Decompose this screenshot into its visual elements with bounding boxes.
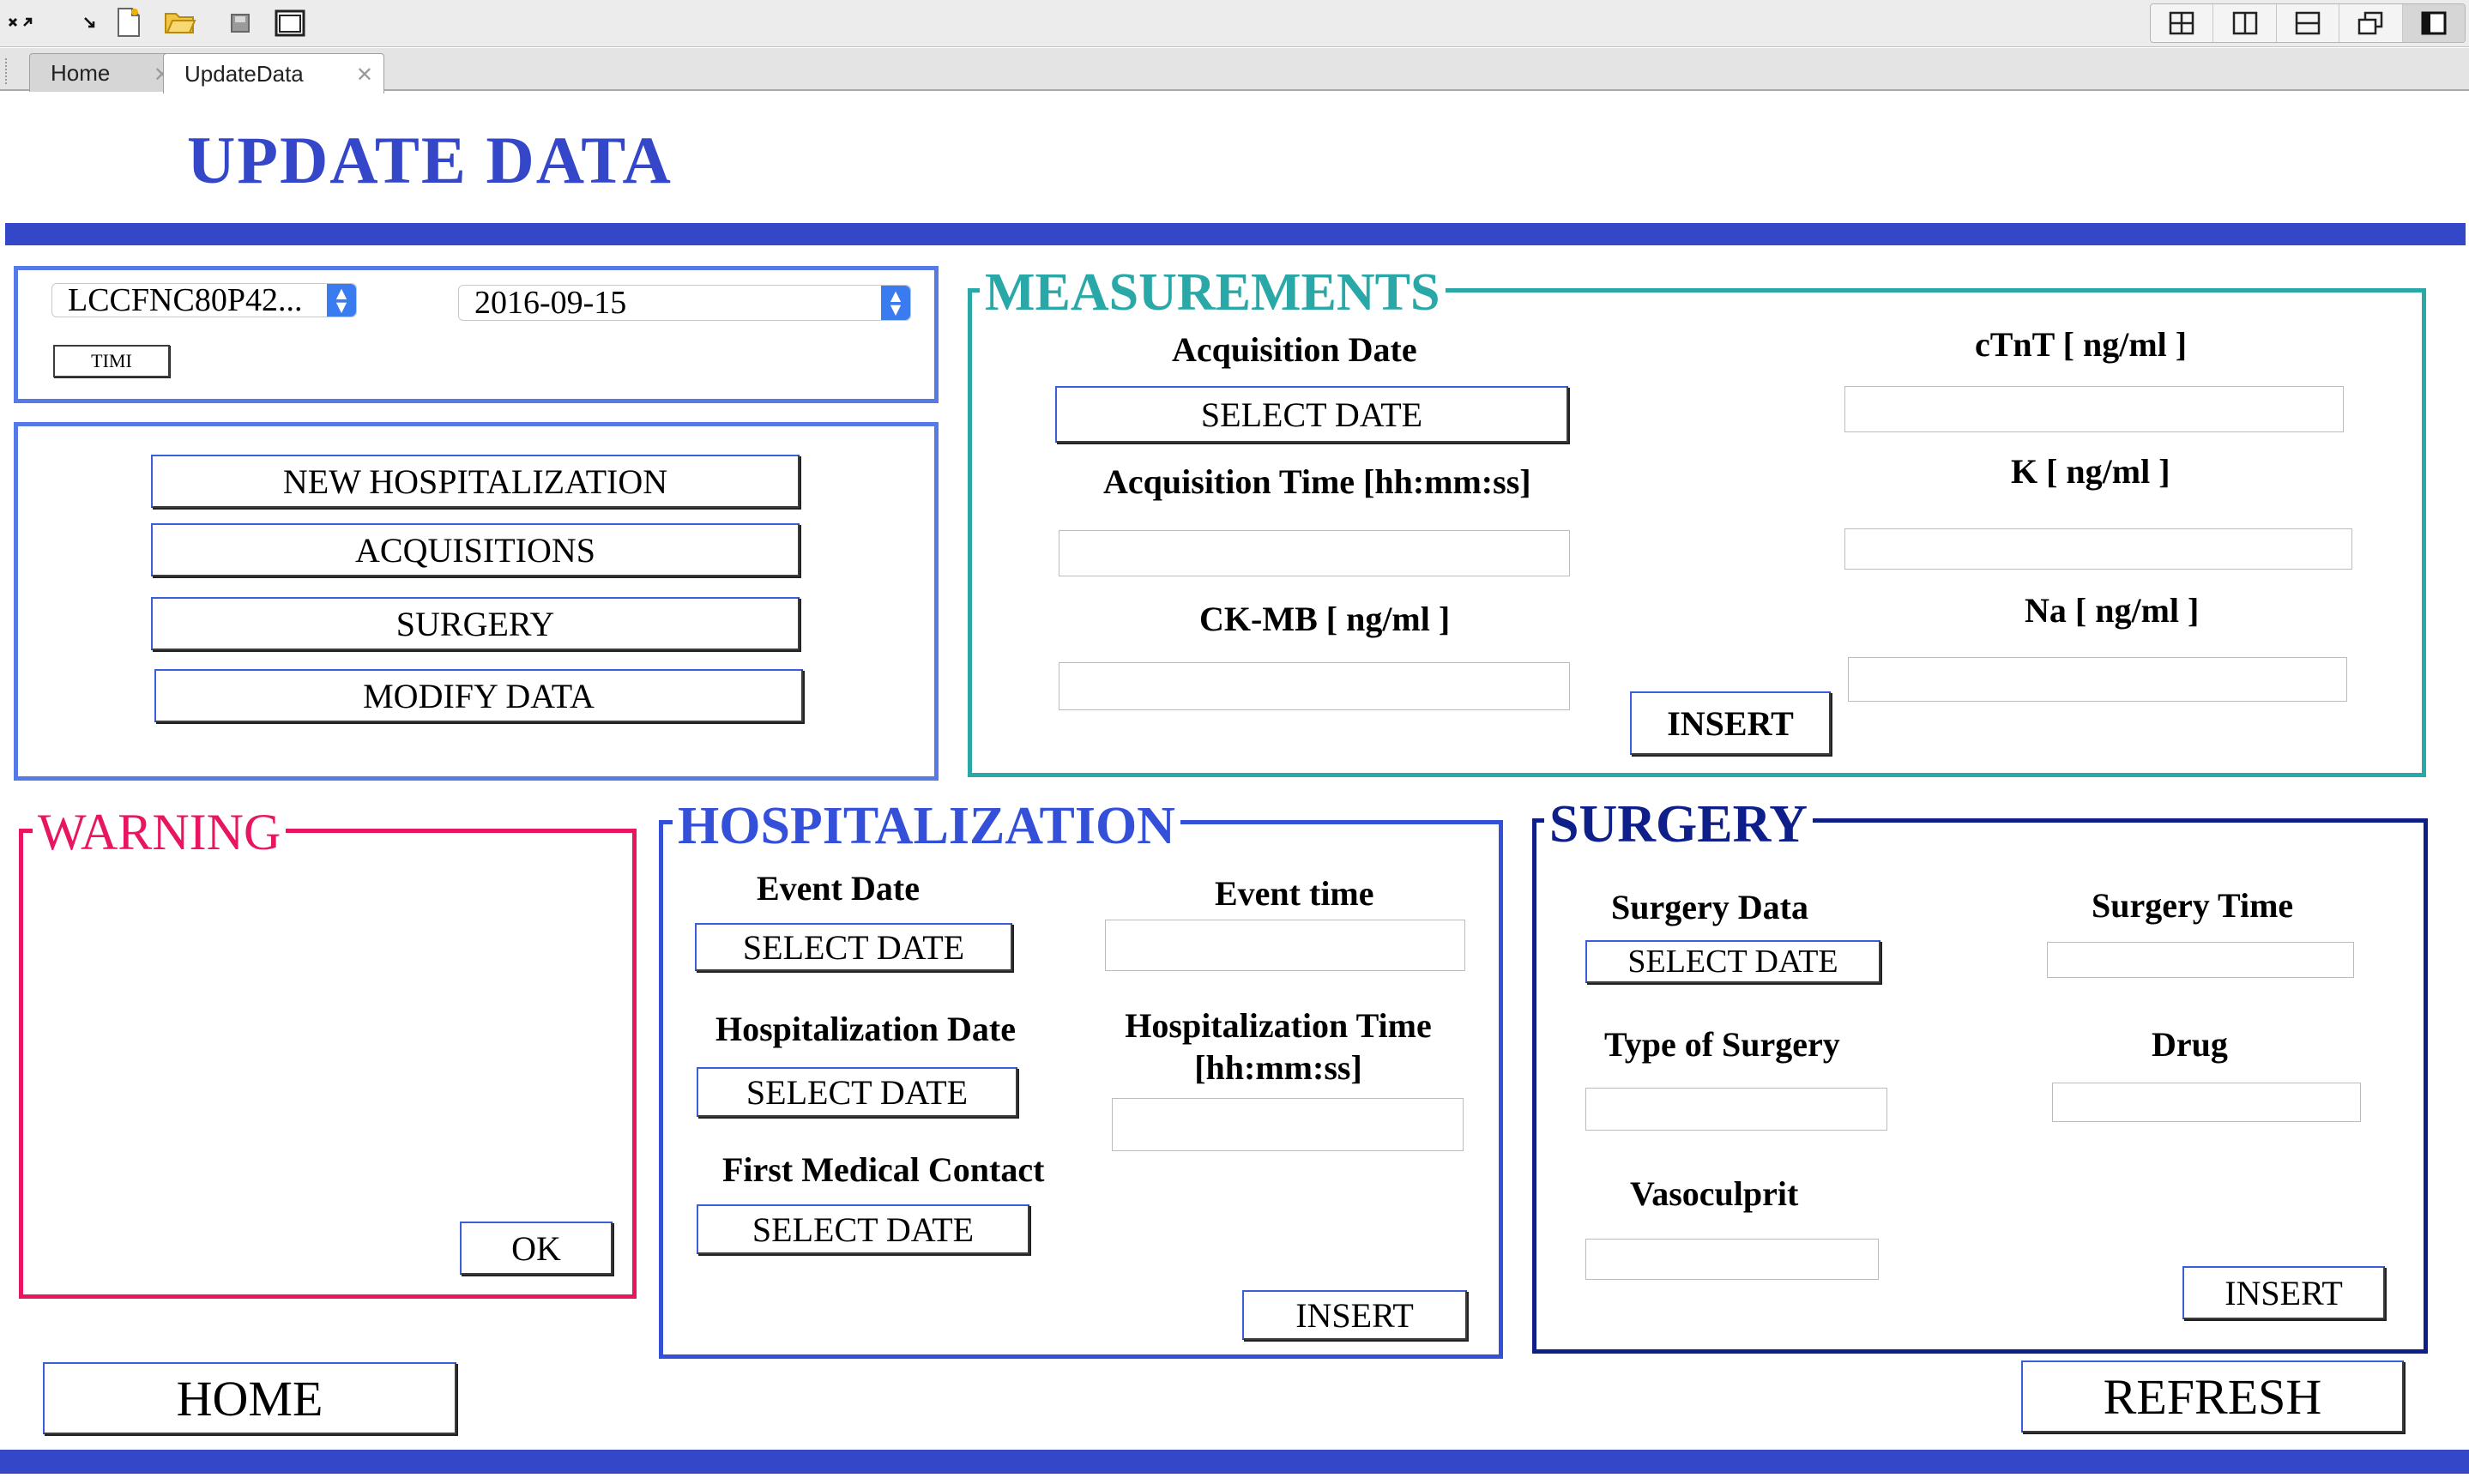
vasoculprit-label: Vasoculprit (1630, 1174, 1799, 1213)
event-time-label: Event time (1215, 874, 1374, 913)
na-input[interactable] (1848, 657, 2347, 702)
header-divider (5, 223, 2466, 245)
acquisition-date-label: Acquisition Date (1172, 330, 1417, 369)
k-input[interactable] (1844, 528, 2352, 570)
drug-label: Drug (2152, 1025, 2228, 1064)
surgery-time-input[interactable] (2047, 942, 2354, 978)
acquisition-time-label: Acquisition Time [hh:mm:ss] (1103, 462, 1531, 501)
home-button[interactable]: HOME (43, 1362, 456, 1434)
acquisitions-button[interactable]: ACQUISITIONS (151, 523, 800, 576)
maximize-layout-icon[interactable] (2402, 4, 2465, 42)
ckmb-label: CK-MB [ ng/ml ] (1199, 600, 1451, 638)
hospitalization-insert-label: INSERT (1295, 1295, 1414, 1335)
surgery-insert-button[interactable]: INSERT (2182, 1266, 2385, 1319)
event-date-button[interactable]: SELECT DATE (695, 923, 1012, 971)
modify-data-label: MODIFY DATA (363, 676, 595, 715)
surgery-time-label: Surgery Time (2092, 886, 2294, 925)
acquisition-time-input[interactable] (1059, 530, 1570, 576)
close-icon[interactable]: ✕ (356, 63, 373, 87)
tab-home-label: Home (51, 59, 111, 86)
first-medical-contact-button-label: SELECT DATE (752, 1210, 975, 1249)
chevron-updown-icon: ▲ ▼ (881, 286, 910, 320)
type-of-surgery-label: Type of Surgery (1604, 1025, 1840, 1064)
page-title: UPDATE DATA (187, 123, 673, 197)
open-folder-icon[interactable] (163, 5, 197, 39)
event-date-button-label: SELECT DATE (742, 927, 965, 967)
warning-title: WARNING (33, 806, 287, 858)
window-icon[interactable] (273, 7, 307, 39)
hospitalization-date-button[interactable]: SELECT DATE (697, 1067, 1017, 1117)
measurements-insert-button[interactable]: INSERT (1630, 691, 1831, 755)
warning-ok-button[interactable]: OK (460, 1222, 613, 1275)
app-toolbar (0, 0, 2469, 47)
acquisition-date-button[interactable]: SELECT DATE (1055, 386, 1568, 443)
date-select[interactable]: 2016-09-15 ▲ ▼ (458, 285, 911, 321)
ctnt-input[interactable] (1844, 386, 2344, 432)
patient-select[interactable]: LCCFNC80P42... ▲ ▼ (51, 282, 357, 318)
surgery-date-label: Surgery Data (1611, 888, 1808, 926)
vasoculprit-input[interactable] (1585, 1239, 1879, 1280)
footer-divider (0, 1450, 2469, 1474)
date-select-value: 2016-09-15 (474, 285, 627, 321)
ctnt-label: cTnT [ ng/ml ] (1975, 325, 2188, 364)
drug-input[interactable] (2052, 1083, 2361, 1122)
tab-updatedata[interactable]: UpdateData ✕ (163, 53, 384, 94)
hospitalization-insert-button[interactable]: INSERT (1242, 1290, 1467, 1340)
event-date-label: Event Date (757, 869, 920, 908)
hospitalization-title: HOSPITALIZATION (673, 799, 1180, 853)
warning-ok-label: OK (511, 1228, 561, 1268)
hospitalization-date-label: Hospitalization Date (715, 1010, 1016, 1048)
home-button-label: HOME (176, 1370, 323, 1427)
dock-arrow-icon[interactable] (79, 10, 101, 36)
chevron-updown-icon: ▲ ▼ (327, 284, 356, 317)
tab-bar: Home ✕ UpdateData ✕ (0, 48, 2469, 94)
first-medical-contact-label: First Medical Contact (722, 1150, 1045, 1189)
floating-window-icon[interactable] (2339, 4, 2403, 42)
tab-updatedata-label: UpdateData (184, 60, 304, 87)
na-label: Na [ ng/ml ] (2025, 591, 2200, 630)
hospitalization-time-label: Hospitalization Time [hh:mm:ss] (1098, 1005, 1458, 1088)
new-file-icon[interactable] (113, 5, 144, 39)
horizontal-split-icon[interactable] (2277, 4, 2340, 42)
surgery-label: SURGERY (395, 604, 555, 643)
vertical-split-icon[interactable] (2213, 4, 2277, 42)
hospitalization-time-label-line2: [hh:mm:ss] (1194, 1048, 1362, 1087)
surgery-date-button[interactable]: SELECT DATE (1585, 940, 1880, 983)
modify-data-button[interactable]: MODIFY DATA (154, 669, 803, 722)
event-time-input[interactable] (1105, 920, 1465, 971)
save-icon[interactable] (228, 10, 252, 36)
timi-button-label: TIMI (91, 350, 132, 371)
grid-layout-icon[interactable] (2151, 4, 2214, 42)
surgery-button[interactable]: SURGERY (151, 597, 800, 650)
acquisitions-label: ACQUISITIONS (355, 530, 595, 570)
surgery-title: SURGERY (1544, 798, 1813, 851)
tab-grip[interactable] (5, 58, 10, 84)
timi-button[interactable]: TIMI (53, 345, 170, 377)
first-medical-contact-button[interactable]: SELECT DATE (697, 1204, 1029, 1254)
tab-home[interactable]: Home ✕ (29, 53, 182, 92)
patient-select-value: LCCFNC80P42... (68, 282, 303, 318)
layout-switcher (2150, 3, 2466, 43)
undock-icon[interactable] (7, 10, 41, 36)
measurements-insert-label: INSERT (1667, 703, 1794, 743)
measurements-title: MEASUREMENTS (980, 266, 1446, 319)
refresh-button-label: REFRESH (2103, 1368, 2322, 1425)
acquisition-date-button-label: SELECT DATE (1200, 395, 1423, 434)
surgery-date-button-label: SELECT DATE (1627, 944, 1838, 980)
hospitalization-time-input[interactable] (1112, 1098, 1464, 1151)
k-label: K [ ng/ml ] (2011, 452, 2170, 491)
hospitalization-time-label-line1: Hospitalization Time (1125, 1006, 1432, 1045)
refresh-button[interactable]: REFRESH (2021, 1360, 2404, 1433)
new-hospitalization-button[interactable]: NEW HOSPITALIZATION (151, 455, 800, 508)
type-of-surgery-input[interactable] (1585, 1088, 1887, 1131)
new-hospitalization-label: NEW HOSPITALIZATION (282, 461, 668, 501)
ckmb-input[interactable] (1059, 662, 1570, 710)
surgery-insert-label: INSERT (2225, 1273, 2343, 1312)
hospitalization-date-button-label: SELECT DATE (746, 1072, 969, 1112)
